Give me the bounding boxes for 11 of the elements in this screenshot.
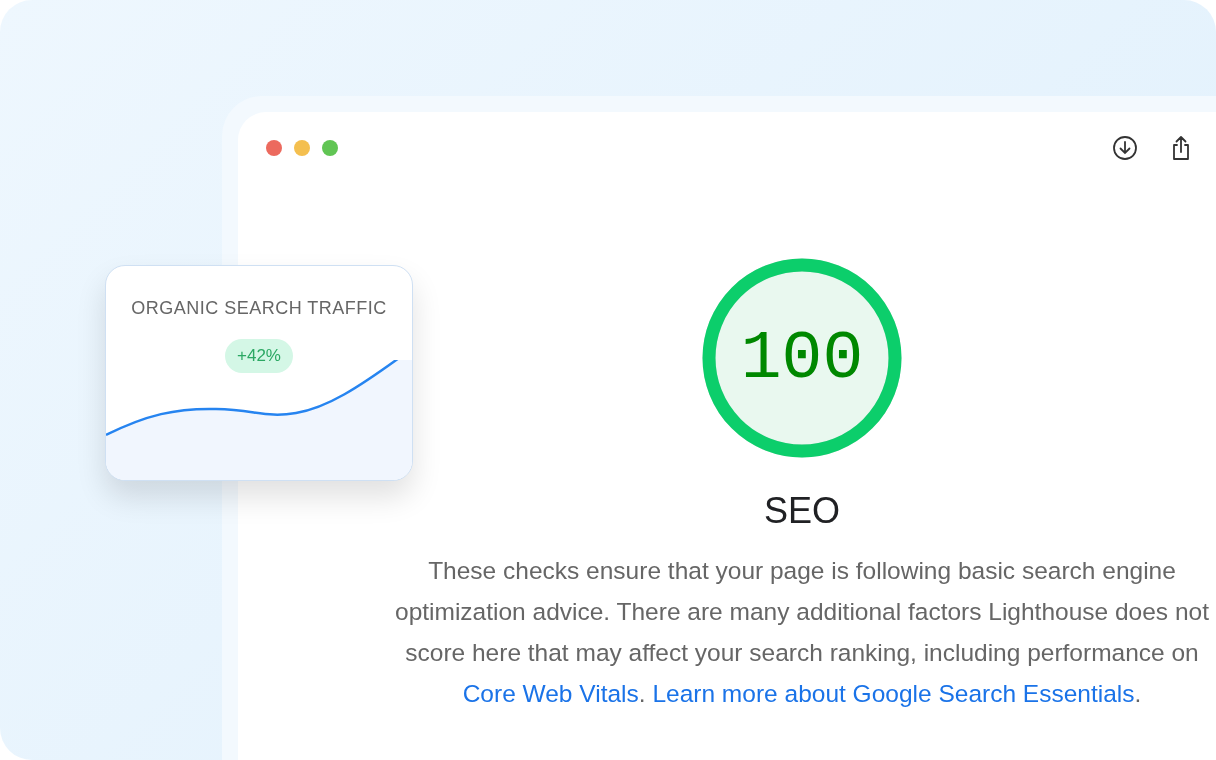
window-zoom-button[interactable] xyxy=(322,140,338,156)
description-text: These checks ensure that your page is following basic search engine optimization advice. There are many additional factors Lighthouse does not score here that may affect your search ranking, including performance on Core Web Vitals. Learn more about Google Search Essentials. xyxy=(394,556,1210,709)
download-icon[interactable] xyxy=(1112,135,1138,161)
score-value: 100 xyxy=(740,319,864,397)
growth-badge: +42% xyxy=(225,339,293,373)
card-title: ORGANIC SEARCH TRAFFIC xyxy=(131,298,387,319)
window-close-button[interactable] xyxy=(266,140,282,156)
description-link[interactable]: Learn more about Google Search Essentials xyxy=(652,680,1135,707)
category-title: SEO xyxy=(764,490,840,532)
description-link[interactable]: Core Web Vitals xyxy=(462,680,639,707)
window-minimize-button[interactable] xyxy=(294,140,310,156)
